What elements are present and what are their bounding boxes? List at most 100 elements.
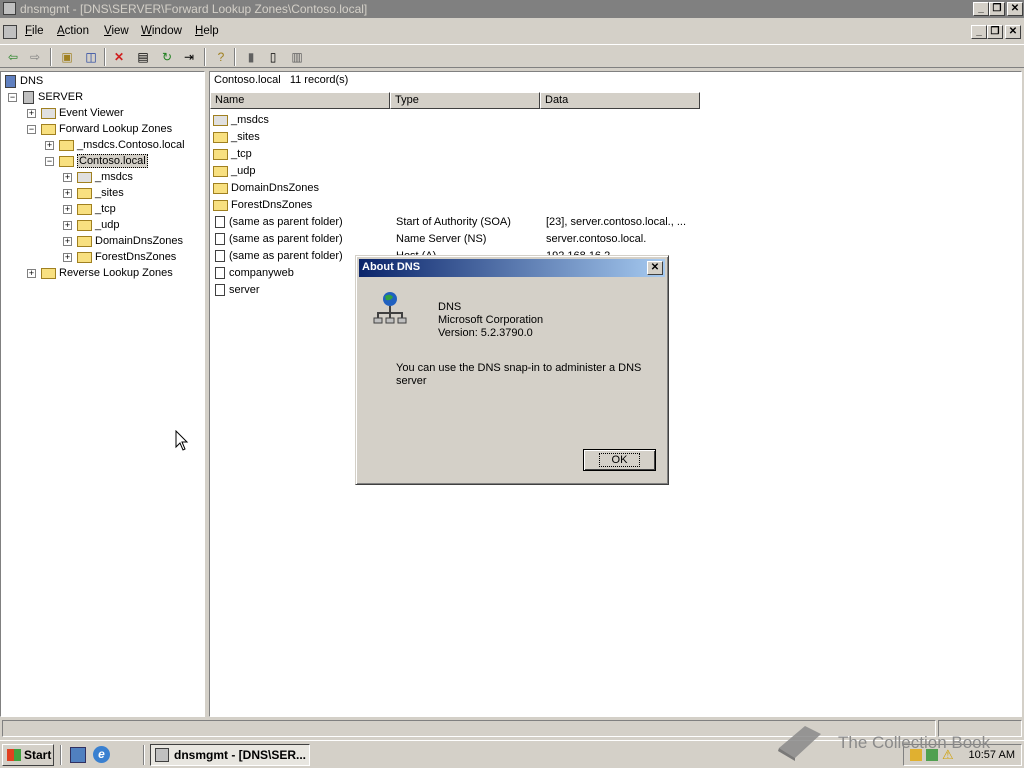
expand-toggle[interactable]: + [63,253,72,262]
column-header-type[interactable]: Type [390,92,540,109]
forward-arrow-icon[interactable]: ⇨ [26,48,44,66]
list-item[interactable]: _sites [213,129,260,146]
tree-item-msdcs[interactable]: _msdcs [77,169,133,185]
book-logo-icon [778,726,821,761]
list-item[interactable]: _tcp [213,146,252,163]
menu-window[interactable]: Window [141,25,182,37]
table-row[interactable]: (same as parent folder) Name Server (NS)… [213,231,713,248]
table-row[interactable]: companyweb [213,265,294,282]
taskbar-app-button[interactable]: dnsmgmt - [DNS\SER... [150,744,310,766]
help-icon[interactable]: ? [212,48,230,66]
company-name: Microsoft Corporation [438,314,544,326]
tree-item-udp[interactable]: _udp [77,217,119,233]
collapse-toggle[interactable]: − [45,157,54,166]
collapse-toggle[interactable]: − [8,93,17,102]
folder-icon [77,203,92,215]
version-text: Version: 5.2.3790.0 [438,327,533,339]
expand-toggle[interactable]: + [63,237,72,246]
expand-toggle[interactable]: + [63,221,72,230]
toolbar-separator [234,48,236,66]
show-desktop-icon[interactable] [70,747,86,763]
export-list-icon[interactable]: ⇥ [180,48,198,66]
window-title: dnsmgmt - [DNS\SERVER\Forward Lookup Zon… [20,2,368,16]
tree-pane[interactable]: DNS − SERVER + Event Viewer − Forward Lo… [0,71,205,717]
list-item[interactable]: ForestDnsZones [213,197,312,214]
record-icon [215,267,225,280]
new-domain-icon[interactable]: ▥ [288,48,306,66]
menu-view[interactable]: View [104,25,129,37]
mmc-icon[interactable] [3,25,17,39]
expand-toggle[interactable]: + [27,109,36,118]
tree-item-contoso-local[interactable]: Contoso.local [59,153,148,169]
tree-item-reverse-lookup-zones[interactable]: Reverse Lookup Zones [41,265,173,281]
windows-logo-icon [7,749,21,761]
child-close-button[interactable]: ✕ [1005,25,1021,39]
menu-bar: File Action View Window Help _ ❐ ✕ [0,22,1024,42]
about-dialog[interactable]: About DNS ✕ DNS Microsoft Corporation Ve… [355,255,669,485]
tree-item-server[interactable]: SERVER [23,89,83,105]
expand-toggle[interactable]: + [27,269,36,278]
list-item[interactable]: DomainDnsZones [213,180,319,197]
delete-icon[interactable]: ✕ [110,48,128,66]
window-title-bar[interactable]: dnsmgmt - [DNS\SERVER\Forward Lookup Zon… [0,0,1024,18]
folder-icon [77,187,92,199]
new-record-icon[interactable]: ▯ [264,48,282,66]
folder-icon [213,165,228,177]
update-server-icon[interactable]: ▮ [242,48,260,66]
quicklaunch-separator [60,745,62,765]
list-item[interactable]: _msdcs [213,112,269,129]
tree-item-domaindnszones[interactable]: DomainDnsZones [77,233,183,249]
child-restore-button[interactable]: ❐ [987,25,1003,39]
event-viewer-icon [41,107,56,119]
tree-item-tcp[interactable]: _tcp [77,201,116,217]
record-icon [215,284,225,297]
child-minimize-button[interactable]: _ [971,25,987,39]
folder-icon [77,251,92,263]
app-icon[interactable] [3,2,16,15]
dns-icon [5,74,16,88]
refresh-icon[interactable]: ↻ [158,48,176,66]
table-row[interactable]: server [213,282,260,299]
tree-item-msdcs-zone[interactable]: _msdcs.Contoso.local [59,137,185,153]
menu-help[interactable]: Help [195,25,219,37]
toolbar-separator [104,48,106,66]
tree-item-forward-lookup-zones[interactable]: Forward Lookup Zones [41,121,172,137]
expand-toggle[interactable]: + [63,205,72,214]
column-header-name[interactable]: Name [210,92,390,109]
folder-icon [213,148,228,160]
server-icon [23,90,34,104]
folder-icon [77,235,92,247]
back-arrow-icon[interactable]: ⇦ [4,48,22,66]
record-count: 11 record(s) [289,74,349,86]
start-button[interactable]: Start [2,744,54,766]
app-icon [155,748,169,762]
close-button[interactable]: ✕ [1007,2,1023,16]
record-icon [215,233,225,246]
expand-toggle[interactable]: + [63,173,72,182]
menu-file[interactable]: File [25,25,44,37]
table-row[interactable]: (same as parent folder) Start of Authori… [213,214,713,231]
ok-button[interactable]: OK [583,449,656,471]
list-item[interactable]: _udp [213,163,255,180]
menu-action[interactable]: Action [57,25,89,37]
delegation-folder-icon [77,171,92,183]
internet-explorer-icon[interactable]: e [93,746,110,763]
collapse-toggle[interactable]: − [27,125,36,134]
description-line-2: server [396,375,427,387]
dialog-title-bar[interactable]: About DNS ✕ [359,259,665,277]
restore-button[interactable]: ❐ [989,2,1005,16]
toolbar-separator [204,48,206,66]
tree-item-dns[interactable]: DNS [5,73,43,89]
tree-item-event-viewer[interactable]: Event Viewer [41,105,124,121]
show-tree-icon[interactable]: ◫ [82,48,100,66]
dns-network-icon [373,292,407,324]
tree-item-sites[interactable]: _sites [77,185,124,201]
tree-item-forestdnszones[interactable]: ForestDnsZones [77,249,176,265]
up-folder-icon[interactable]: ▣ [58,48,76,66]
properties-icon[interactable]: ▤ [134,48,152,66]
expand-toggle[interactable]: + [63,189,72,198]
column-header-data[interactable]: Data [540,92,700,109]
minimize-button[interactable]: _ [973,2,989,16]
expand-toggle[interactable]: + [45,141,54,150]
dialog-close-button[interactable]: ✕ [647,261,663,275]
